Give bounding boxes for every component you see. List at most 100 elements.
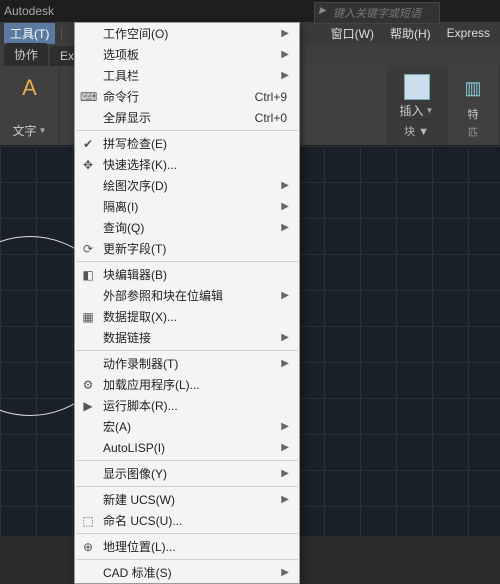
match-icon: ▥ bbox=[457, 72, 489, 104]
menu-label: 运行脚本(R)... bbox=[103, 397, 178, 414]
menu-icon: ⟳ bbox=[80, 242, 96, 256]
menu-shortcut: Ctrl+0 bbox=[255, 111, 291, 125]
menu-icon: ⬚ bbox=[80, 514, 96, 528]
menu-separator bbox=[76, 261, 298, 262]
menu-item[interactable]: 隔离(I)▶ bbox=[75, 196, 299, 217]
menu-item[interactable]: 宏(A) ▶ bbox=[75, 416, 299, 437]
menu-label: 数据提取(X)... bbox=[103, 308, 177, 325]
menu-item[interactable]: ⬚ 命名 UCS(U)... bbox=[75, 510, 299, 531]
submenu-arrow-icon: ▶ bbox=[281, 442, 291, 453]
menu-item[interactable]: ◧ 块编辑器(B) bbox=[75, 264, 299, 285]
menu-separator bbox=[76, 559, 298, 560]
submenu-arrow-icon: ▶ bbox=[281, 567, 291, 578]
menu-label: 工作空间(O) bbox=[103, 25, 168, 42]
menu-tools[interactable]: 工具(T) bbox=[4, 23, 55, 44]
block-panel-footer[interactable]: 块 ▼ bbox=[397, 119, 436, 139]
menu-icon: ◧ bbox=[80, 268, 96, 282]
submenu-arrow-icon: ▶ bbox=[281, 358, 291, 369]
ribbon-insert-panel[interactable]: 插入▼ 块 ▼ bbox=[387, 66, 447, 145]
chevron-down-icon: ▼ bbox=[39, 126, 47, 135]
menu-item[interactable]: ⌨命令行Ctrl+9 bbox=[75, 86, 299, 107]
menu-label: 工具栏 bbox=[103, 67, 139, 84]
menu-item[interactable]: ▦ 数据提取(X)... bbox=[75, 306, 299, 327]
submenu-arrow-icon: ▶ bbox=[281, 468, 291, 479]
menu-item[interactable]: 工作空间(O) ▶ bbox=[75, 23, 299, 44]
menu-item[interactable]: ⊕ 地理位置(L)... bbox=[75, 536, 299, 557]
menu-label: 隔离(I) bbox=[103, 198, 138, 215]
menu-label: 块编辑器(B) bbox=[103, 266, 167, 283]
menu-label: 更新字段(T) bbox=[103, 240, 166, 257]
menu-icon: ✔ bbox=[80, 137, 96, 151]
menu-label: 新建 UCS(W) bbox=[103, 491, 175, 508]
menu-label: 数据链接 bbox=[103, 329, 151, 346]
submenu-arrow-icon: ▶ bbox=[281, 332, 291, 343]
menu-icon: ▦ bbox=[80, 310, 96, 324]
ribbon-feature-panel[interactable]: ▥ 特 匹 bbox=[447, 66, 500, 145]
menu-label: 全屏显示 bbox=[103, 109, 151, 126]
submenu-arrow-icon: ▶ bbox=[281, 28, 291, 39]
menu-separator bbox=[76, 533, 298, 534]
text-label: 文字▼ bbox=[13, 122, 47, 139]
ribbon-text-panel[interactable]: A 文字▼ bbox=[0, 66, 60, 145]
menu-item[interactable]: 选项板 ▶ bbox=[75, 44, 299, 65]
menu-window[interactable]: 窗口(W) bbox=[325, 23, 380, 44]
menu-item[interactable]: 外部参照和块在位编辑▶ bbox=[75, 285, 299, 306]
menu-item[interactable]: 绘图次序(D) ▶ bbox=[75, 175, 299, 196]
submenu-arrow-icon: ▶ bbox=[281, 494, 291, 505]
tab-collab[interactable]: 协作 bbox=[4, 43, 48, 66]
menu-label: 宏(A) bbox=[103, 418, 131, 435]
menu-help[interactable]: 帮助(H) bbox=[384, 23, 437, 44]
menu-icon: ⊕ bbox=[80, 540, 96, 554]
tools-dropdown: 工作空间(O)▶选项板▶工具栏▶⌨命令行Ctrl+9全屏显示Ctrl+0✔拼写检… bbox=[74, 22, 300, 584]
submenu-arrow-icon: ▶ bbox=[281, 421, 291, 432]
insert-label: 插入▼ bbox=[400, 102, 434, 119]
menu-item[interactable]: 工具栏 ▶ bbox=[75, 65, 299, 86]
insert-icon bbox=[401, 72, 433, 102]
menu-item[interactable]: ▶运行脚本(R)... bbox=[75, 395, 299, 416]
feature-sub: 匹 bbox=[468, 124, 478, 139]
submenu-arrow-icon: ▶ bbox=[281, 180, 291, 191]
menu-item[interactable]: 查询(Q) ▶ bbox=[75, 217, 299, 238]
menu-separator bbox=[76, 130, 298, 131]
menu-label: 选项板 bbox=[103, 46, 139, 63]
menu-item[interactable]: ✔ 拼写检查(E) bbox=[75, 133, 299, 154]
menu-label: 命名 UCS(U)... bbox=[103, 512, 182, 529]
menu-item[interactable]: CAD 标准(S) ▶ bbox=[75, 562, 299, 583]
menu-icon: ⚙ bbox=[80, 378, 96, 392]
menu-label: 显示图像(Y) bbox=[103, 465, 167, 482]
menu-icon: ✥ bbox=[80, 158, 96, 172]
menu-express[interactable]: Express bbox=[441, 24, 496, 42]
menu-item[interactable]: 数据链接 ▶ bbox=[75, 327, 299, 348]
menu-separator bbox=[76, 460, 298, 461]
submenu-arrow-icon: ▶ bbox=[281, 70, 291, 81]
menu-label: 命令行 bbox=[103, 88, 139, 105]
menu-item[interactable]: ✥ 快速选择(K)... bbox=[75, 154, 299, 175]
menu-label: AutoLISP(I) bbox=[103, 441, 165, 455]
search-box[interactable]: 键入关键字或短语 bbox=[314, 2, 440, 24]
menu-item[interactable]: AutoLISP(I) ▶ bbox=[75, 437, 299, 458]
menu-label: 加载应用程序(L)... bbox=[103, 376, 200, 393]
menu-item[interactable]: 显示图像(Y) ▶ bbox=[75, 463, 299, 484]
chevron-down-icon: ▼ bbox=[426, 106, 434, 115]
menu-divider bbox=[61, 26, 62, 40]
menu-item[interactable]: 动作录制器(T) ▶ bbox=[75, 353, 299, 374]
menu-item[interactable]: ⚙ 加载应用程序(L)... bbox=[75, 374, 299, 395]
submenu-arrow-icon: ▶ bbox=[281, 49, 291, 60]
feature-label: 特 bbox=[468, 106, 479, 122]
menu-icon: ⌨ bbox=[80, 90, 96, 104]
text-icon: A bbox=[14, 72, 46, 104]
menu-label: 快速选择(K)... bbox=[103, 156, 177, 173]
menu-label: 地理位置(L)... bbox=[103, 538, 176, 555]
menu-label: 绘图次序(D) bbox=[103, 177, 168, 194]
menu-label: CAD 标准(S) bbox=[103, 564, 172, 581]
menu-label: 拼写检查(E) bbox=[103, 135, 167, 152]
menu-label: 动作录制器(T) bbox=[103, 355, 178, 372]
menu-label: 外部参照和块在位编辑 bbox=[103, 287, 223, 304]
submenu-arrow-icon: ▶ bbox=[281, 222, 291, 233]
menu-separator bbox=[76, 350, 298, 351]
menu-item[interactable]: 新建 UCS(W) ▶ bbox=[75, 489, 299, 510]
menu-item[interactable]: 全屏显示 Ctrl+0 bbox=[75, 107, 299, 128]
menu-separator bbox=[76, 486, 298, 487]
menu-item[interactable]: ⟳ 更新字段(T) bbox=[75, 238, 299, 259]
menu-label: 查询(Q) bbox=[103, 219, 144, 236]
